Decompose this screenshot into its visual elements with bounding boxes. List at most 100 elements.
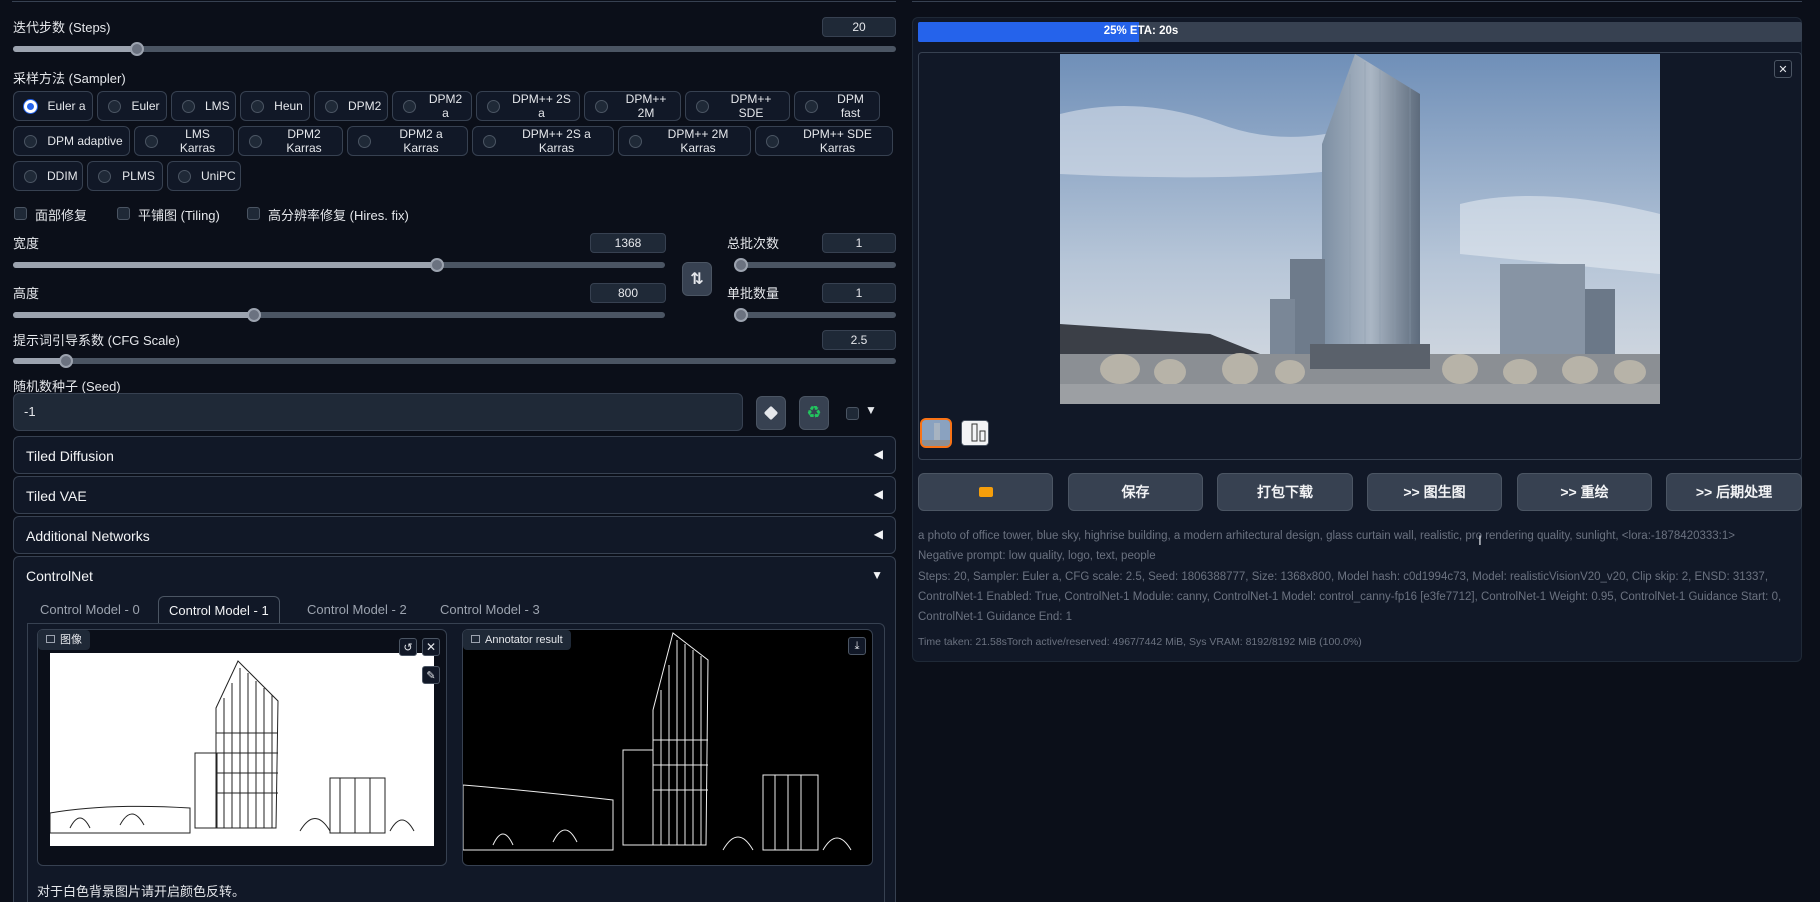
steps-label: 迭代步数 (Steps) [13,20,111,35]
radio-dot [251,99,264,113]
face-restore-checkbox[interactable] [14,207,27,220]
batch-count-label: 总批次数 [727,236,780,251]
batch-size-input[interactable]: 1 [822,283,896,303]
gallery-thumbnail-selected[interactable] [920,418,952,448]
radio-dot [24,134,37,148]
radio-dot [766,134,779,148]
radio-dot [145,134,158,148]
accordion-title: ControlNet [26,568,93,584]
sampler-option[interactable]: DDIM [13,161,83,191]
random-seed-button[interactable] [756,396,786,430]
caret-left-icon: ◀ [873,447,883,461]
zip-download-button[interactable]: 打包下载 [1217,473,1353,511]
seed-input[interactable]: -1 [13,393,743,431]
tiled-vae-accordion[interactable]: Tiled VAE ◀ [13,476,896,514]
brush-button[interactable]: ✎ [422,666,440,684]
radio-dot [483,134,496,148]
sampler-option[interactable]: DPM++ 2M Karras [618,126,751,156]
sampler-option[interactable]: DPM++ 2S a [476,91,580,121]
sampler-option[interactable]: DPM2 a Karras [347,126,468,156]
tab-control-model-1[interactable]: Control Model - 1 [158,596,280,624]
accordion-title: Additional Networks [26,528,150,544]
sampler-option[interactable]: Euler a [13,91,93,121]
gallery-thumbnail[interactable] [961,420,989,446]
send-to-inpaint-button[interactable]: >> 重绘 [1517,473,1652,511]
tiling-label: 平铺图 (Tiling) [138,208,220,223]
sampler-option[interactable]: LMS [171,91,236,121]
sampler-option[interactable]: DPM++ 2M [584,91,681,121]
download-icon: ⤓ [854,639,860,652]
close-icon: ✕ [1778,63,1788,76]
height-label: 高度 [13,286,40,301]
radio-dot [24,99,37,113]
radio-dot [696,99,709,113]
sampler-option[interactable]: Euler [97,91,167,121]
generation-params: Steps: 20, Sampler: Euler a, CFG scale: … [918,571,1769,583]
radio-dot [178,169,191,183]
sampler-label: 采样方法 (Sampler) [13,71,126,86]
radio-dot [358,134,371,148]
radio-dot [805,99,818,113]
extra-seed-toggle-icon[interactable]: ▼ [865,403,877,417]
radio-dot [403,99,416,113]
radio-dot [629,134,642,148]
generated-image[interactable] [1060,54,1660,404]
sampler-option[interactable]: PLMS [87,161,163,191]
cfg-input[interactable]: 2.5 [822,330,896,350]
steps-input[interactable]: 20 [822,17,896,37]
undo-button[interactable]: ↺ [399,638,417,656]
open-folder-button[interactable] [918,473,1053,511]
width-slider[interactable] [13,258,665,272]
batch-count-input[interactable]: 1 [822,233,896,253]
sampler-option[interactable]: DPM fast [794,91,880,121]
tiled-diffusion-accordion[interactable]: Tiled Diffusion ◀ [13,436,896,474]
tab-control-model-3[interactable]: Control Model - 3 [430,596,550,624]
cfg-slider[interactable] [13,354,896,368]
send-to-extras-button[interactable]: >> 后期处理 [1666,473,1802,511]
accordion-title: Tiled VAE [26,488,87,504]
generation-prompt: a photo of office tower, blue sky, highr… [918,530,1735,542]
close-preview-button[interactable]: ✕ [1774,60,1792,78]
sampler-option[interactable]: LMS Karras [134,126,234,156]
height-slider[interactable] [13,308,665,322]
extra-seed-checkbox[interactable] [846,407,859,420]
save-button[interactable]: 保存 [1068,473,1203,511]
tab-control-model-2[interactable]: Control Model - 2 [297,596,417,624]
batch-size-label: 单批数量 [727,286,780,301]
sampler-option[interactable]: UniPC [167,161,241,191]
reuse-seed-button[interactable]: ♻ [799,396,829,430]
download-annotator-button[interactable]: ⤓ [848,637,866,655]
steps-slider[interactable] [13,42,896,56]
sampler-option[interactable]: DPM2 a [392,91,472,121]
controlnet-guidance-end: ControlNet-1 Guidance End: 1 [918,611,1073,623]
hires-checkbox[interactable] [247,207,260,220]
batch-size-slider[interactable] [734,308,896,322]
dice-icon [763,405,779,421]
swap-arrows-icon: ⇅ [690,271,704,288]
sampler-option[interactable]: DPM adaptive [13,126,130,156]
tab-control-model-0[interactable]: Control Model - 0 [30,596,150,624]
tiling-checkbox[interactable] [117,207,130,220]
sampler-option[interactable]: DPM++ SDE [685,91,790,121]
clear-image-button[interactable]: ✕ [422,638,440,656]
undo-icon: ↺ [403,641,413,654]
radio-dot [108,99,121,113]
height-input[interactable]: 800 [590,283,666,303]
swap-dimensions-button[interactable]: ⇅ [682,262,712,296]
additional-networks-accordion[interactable]: Additional Networks ◀ [13,516,896,554]
sampler-option[interactable]: DPM2 [314,91,388,121]
annotator-result-panel [462,629,873,866]
annotator-panel-tag: Annotator result [463,630,571,650]
batch-count-slider[interactable] [734,258,896,272]
radio-dot [325,99,338,113]
caret-down-icon[interactable]: ▼ [871,568,883,582]
sampler-option[interactable]: Heun [240,91,310,121]
width-label: 宽度 [13,236,40,251]
sampler-option[interactable]: DPM++ SDE Karras [755,126,893,156]
sampler-option[interactable]: DPM2 Karras [238,126,343,156]
width-input[interactable]: 1368 [590,233,666,253]
sampler-option[interactable]: DPM++ 2S a Karras [472,126,614,156]
send-to-img2img-button[interactable]: >> 图生图 [1367,473,1502,511]
progress-text: 25% ETA: 20s [1103,25,1179,37]
image-input-panel[interactable] [37,629,447,866]
